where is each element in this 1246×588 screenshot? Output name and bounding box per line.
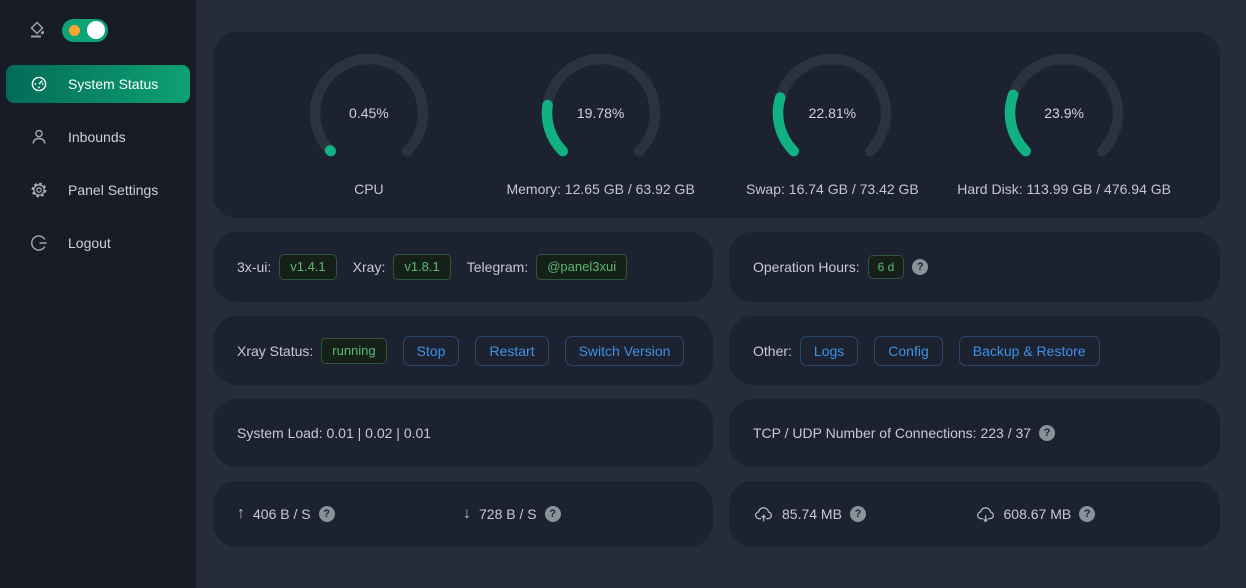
help-icon[interactable]: ?	[912, 259, 928, 275]
gauge-cpu: 0.45% CPU	[253, 53, 485, 197]
gauge-hard-disk: 23.9% Hard Disk: 113.99 GB / 476.94 GB	[948, 53, 1180, 197]
cloud-download-icon	[975, 506, 996, 523]
gauge-label: CPU	[354, 181, 384, 197]
arrow-up-icon: ↑	[237, 505, 245, 523]
switch-version-button[interactable]: Switch Version	[565, 336, 685, 366]
help-icon[interactable]: ?	[545, 506, 561, 522]
toggle-knob	[87, 21, 105, 39]
sidebar: System Status Inbounds Panel Settings	[0, 0, 196, 588]
other-label: Other:	[753, 343, 792, 359]
help-icon[interactable]: ?	[1039, 425, 1055, 441]
connections-card: TCP / UDP Number of Connections: 223 / 3…	[729, 399, 1220, 467]
sidebar-item-logout[interactable]: Logout	[6, 224, 190, 262]
operation-hours-card: Operation Hours: 6 d ?	[729, 232, 1220, 302]
telegram-label: Telegram:	[467, 259, 528, 275]
gauge-memory: 19.78% Memory: 12.65 GB / 63.92 GB	[485, 53, 717, 197]
sidebar-item-system-status[interactable]: System Status	[6, 65, 190, 103]
restart-button[interactable]: Restart	[475, 336, 548, 366]
gauge-label: Memory: 12.65 GB / 63.92 GB	[506, 181, 694, 197]
connections-text: TCP / UDP Number of Connections: 223 / 3…	[753, 425, 1031, 441]
user-icon	[30, 128, 48, 146]
help-icon[interactable]: ?	[850, 506, 866, 522]
sidebar-item-label: Inbounds	[68, 129, 126, 145]
operation-hours-value: 6 d	[868, 255, 905, 279]
theme-row	[0, 14, 196, 46]
gauge-value: 19.78%	[541, 53, 661, 173]
total-received: 608.67 MB ?	[975, 506, 1197, 523]
telegram-tag[interactable]: @panel3xui	[536, 254, 627, 280]
download-speed: ↓ 728 B / S ?	[463, 505, 689, 523]
sidebar-menu: System Status Inbounds Panel Settings	[0, 60, 196, 267]
gauge-swap: 22.81% Swap: 16.74 GB / 73.42 GB	[717, 53, 949, 197]
help-icon[interactable]: ?	[1079, 506, 1095, 522]
sidebar-item-label: System Status	[68, 76, 158, 92]
cloud-upload-icon	[753, 506, 774, 523]
upload-speed-value: 406 B / S	[253, 506, 311, 522]
config-button[interactable]: Config	[874, 336, 942, 366]
gauge-value: 0.45%	[309, 53, 429, 173]
total-sent-value: 85.74 MB	[782, 506, 842, 522]
arrow-down-icon: ↓	[463, 505, 471, 523]
sidebar-item-panel-settings[interactable]: Panel Settings	[6, 171, 190, 209]
xray-status-badge: running	[321, 338, 386, 364]
dashboard-icon	[30, 75, 48, 93]
versions-card: 3x-ui: v1.4.1 Xray: v1.8.1 Telegram: @pa…	[213, 232, 713, 302]
gauge-label: Swap: 16.74 GB / 73.42 GB	[746, 181, 919, 197]
sidebar-item-label: Panel Settings	[68, 182, 158, 198]
system-load-card: System Load: 0.01 | 0.02 | 0.01	[213, 399, 713, 467]
upload-speed: ↑ 406 B / S ?	[237, 505, 463, 523]
backup-restore-button[interactable]: Backup & Restore	[959, 336, 1100, 366]
xui-version-label: 3x-ui:	[237, 259, 271, 275]
xui-version-tag: v1.4.1	[279, 254, 336, 280]
main-content: 0.45% CPU 19.78% Memory: 12.65 GB / 63.9…	[196, 0, 1246, 588]
logout-icon	[30, 234, 48, 252]
sidebar-item-inbounds[interactable]: Inbounds	[6, 118, 190, 156]
system-load-text: System Load: 0.01 | 0.02 | 0.01	[237, 425, 431, 441]
help-icon[interactable]: ?	[319, 506, 335, 522]
logs-button[interactable]: Logs	[800, 336, 858, 366]
other-actions-card: Other: Logs Config Backup & Restore	[729, 316, 1220, 385]
network-speed-card: ↑ 406 B / S ? ↓ 728 B / S ?	[213, 481, 713, 547]
xray-version-tag: v1.8.1	[393, 254, 450, 280]
sidebar-item-label: Logout	[68, 235, 111, 251]
bg-colors-icon	[28, 20, 48, 40]
xray-version-label: Xray:	[353, 259, 386, 275]
xray-status-card: Xray Status: running Stop Restart Switch…	[213, 316, 713, 385]
total-sent: 85.74 MB ?	[753, 506, 975, 523]
download-speed-value: 728 B / S	[479, 506, 537, 522]
xray-status-label: Xray Status:	[237, 343, 313, 359]
gauge-label: Hard Disk: 113.99 GB / 476.94 GB	[957, 181, 1171, 197]
system-gauges-card: 0.45% CPU 19.78% Memory: 12.65 GB / 63.9…	[213, 32, 1220, 218]
network-total-card: 85.74 MB ? 608.67 MB ?	[729, 481, 1220, 547]
sun-icon	[69, 25, 80, 36]
gear-icon	[30, 181, 48, 199]
gauge-value: 22.81%	[772, 53, 892, 173]
stop-button[interactable]: Stop	[403, 336, 460, 366]
dark-mode-toggle[interactable]	[62, 19, 108, 42]
total-received-value: 608.67 MB	[1004, 506, 1072, 522]
operation-hours-label: Operation Hours:	[753, 259, 860, 275]
gauge-value: 23.9%	[1004, 53, 1124, 173]
